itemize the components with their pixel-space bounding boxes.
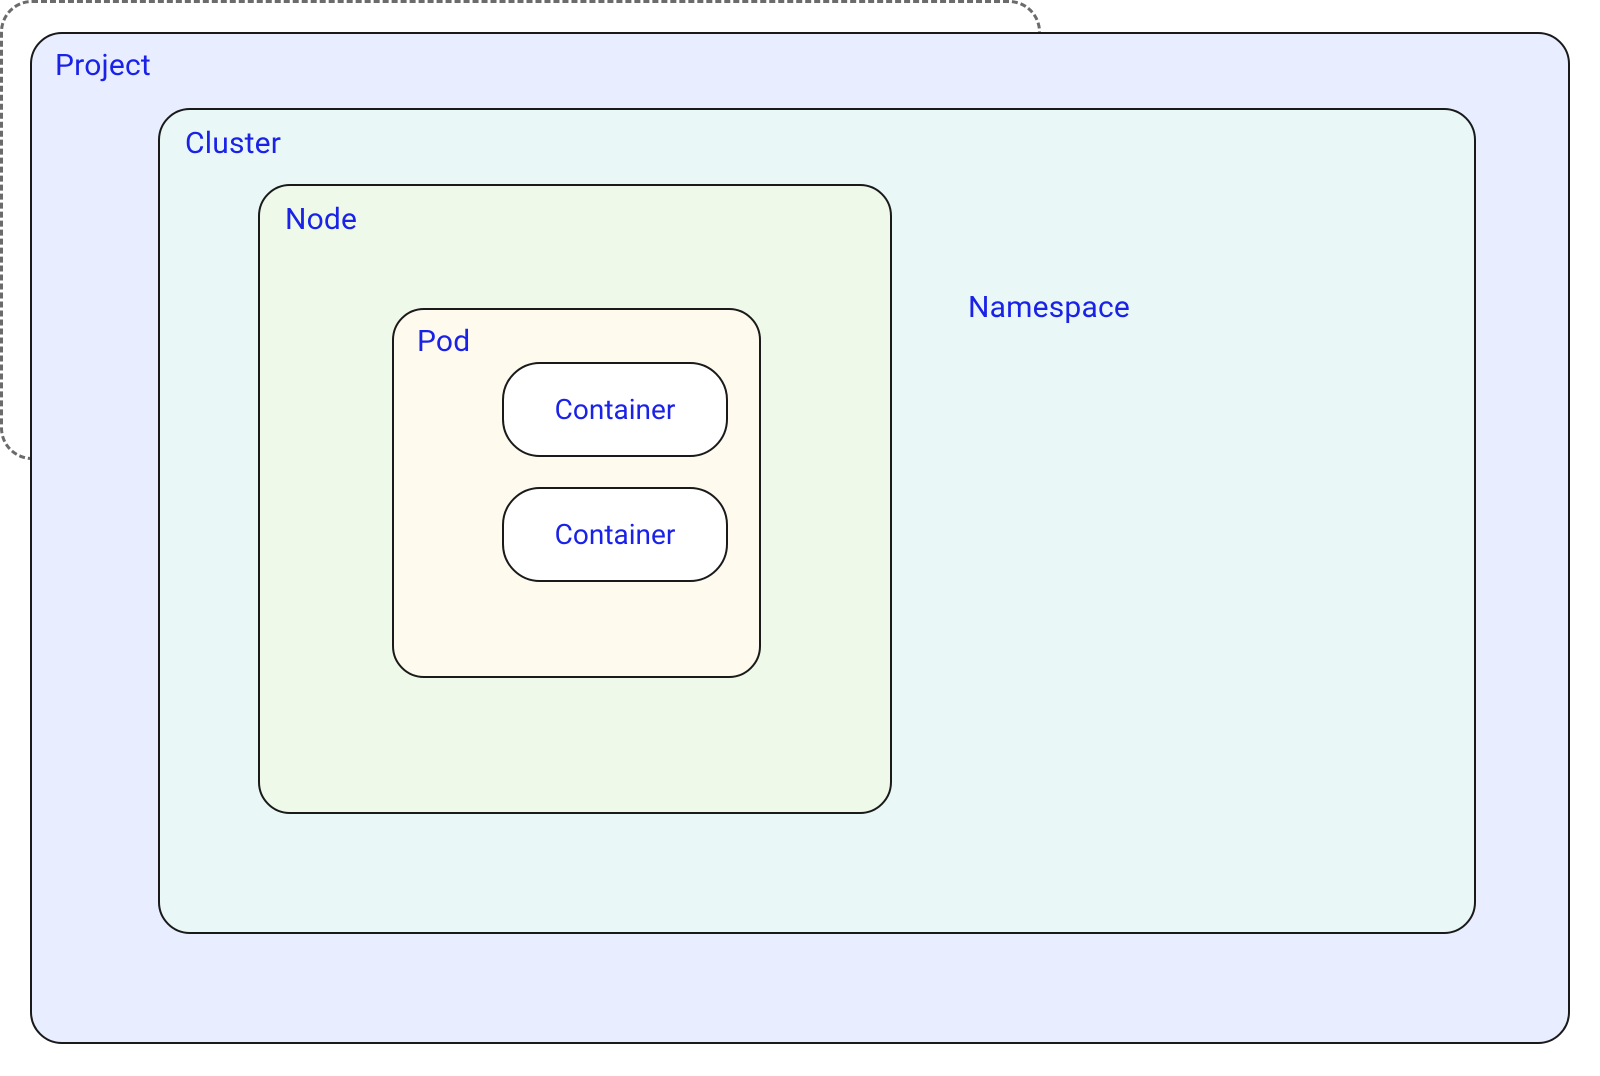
cluster-label: Cluster xyxy=(185,126,281,161)
container-label-1: Container xyxy=(555,393,676,426)
diagram-canvas: Project Cluster Node Namespace Pod Conta… xyxy=(0,0,1600,1076)
container-box-1: Container xyxy=(502,362,728,457)
container-label-2: Container xyxy=(555,518,676,551)
node-label: Node xyxy=(285,202,357,237)
container-box-2: Container xyxy=(502,487,728,582)
project-label: Project xyxy=(55,48,151,83)
pod-label: Pod xyxy=(417,324,470,359)
namespace-label: Namespace xyxy=(968,290,1130,325)
